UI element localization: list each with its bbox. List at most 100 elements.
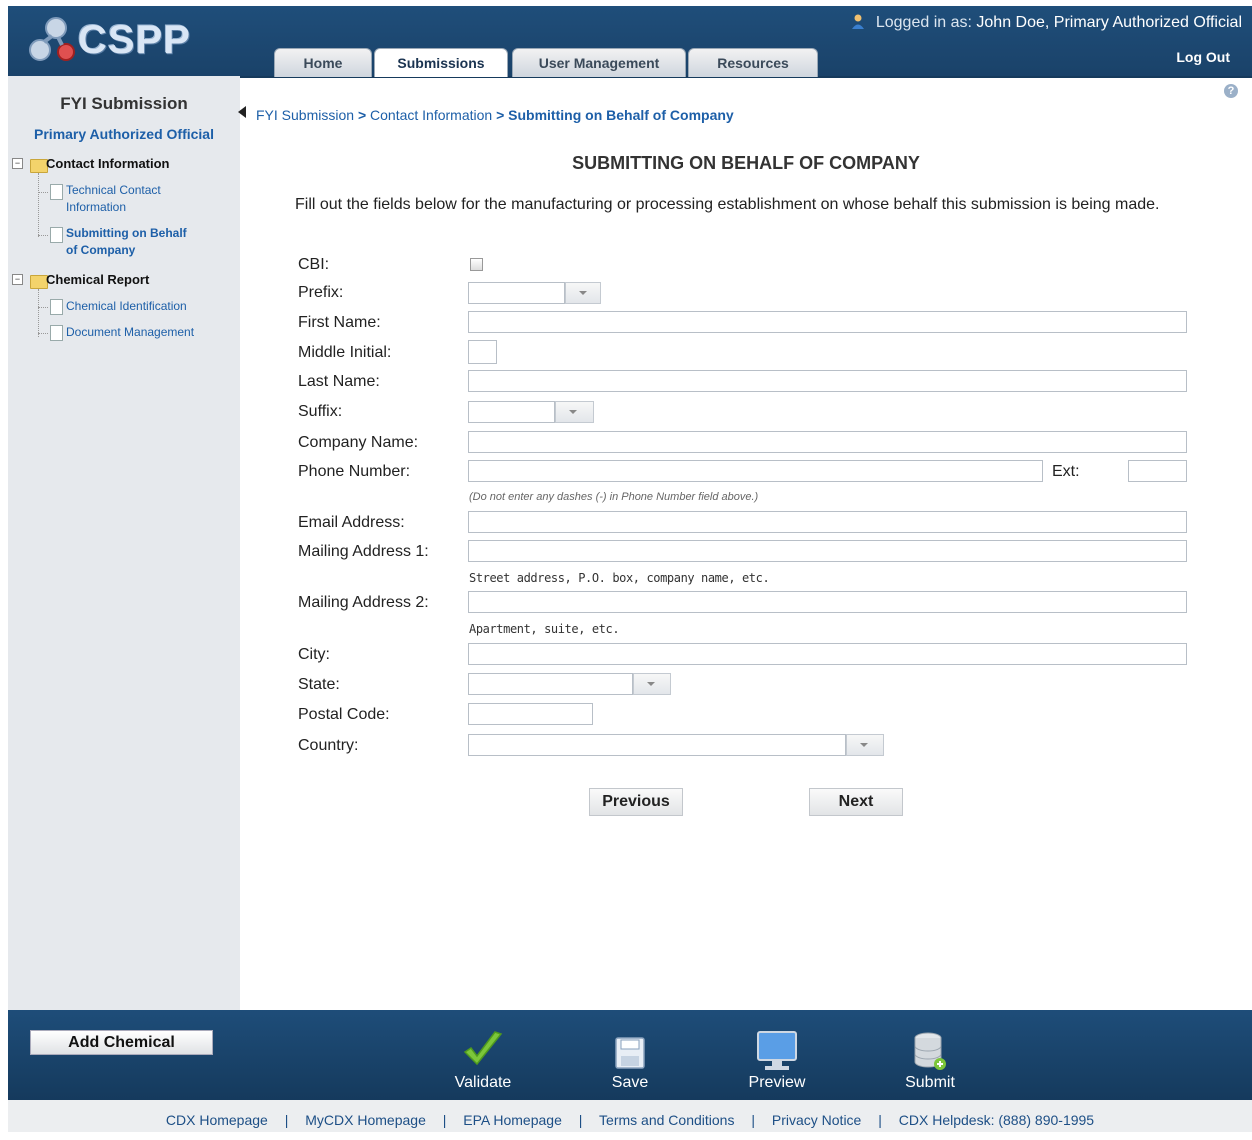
country-value bbox=[468, 734, 846, 756]
phone-number-label: Phone Number: bbox=[298, 463, 411, 480]
chevron-down-icon[interactable] bbox=[555, 401, 594, 423]
footer-separator: | bbox=[751, 1112, 755, 1128]
sidebar-item-submitting-on-behalf[interactable]: Submitting on Behalf of Company bbox=[66, 225, 187, 259]
email-address-label: Email Address: bbox=[298, 514, 405, 531]
tab-user-management[interactable]: User Management bbox=[512, 48, 686, 77]
state-label: State: bbox=[298, 676, 340, 693]
email-address-field[interactable] bbox=[468, 511, 1187, 533]
validate-button[interactable]: Validate bbox=[438, 1028, 528, 1092]
state-select[interactable] bbox=[468, 673, 671, 695]
first-name-label: First Name: bbox=[298, 314, 381, 331]
logged-in-prefix: Logged in as: bbox=[875, 14, 972, 31]
collapse-sidebar-icon[interactable] bbox=[238, 106, 246, 118]
submit-button[interactable]: Submit bbox=[885, 1028, 975, 1092]
help-icon[interactable]: ? bbox=[1224, 84, 1238, 98]
prefix-value bbox=[468, 282, 565, 304]
chevron-down-icon[interactable] bbox=[565, 282, 601, 304]
header-bar: CSPP Home Submissions User Management Re… bbox=[8, 6, 1252, 78]
footer-link-terms[interactable]: Terms and Conditions bbox=[599, 1112, 734, 1128]
mailing-address-1-field[interactable] bbox=[468, 540, 1187, 562]
mailing-address-1-help: Street address, P.O. box, company name, … bbox=[469, 571, 770, 585]
add-chemical-button[interactable]: Add Chemical bbox=[30, 1030, 213, 1055]
cbi-checkbox[interactable] bbox=[470, 258, 483, 271]
phone-number-field[interactable] bbox=[468, 460, 1043, 482]
logged-in-status: Logged in as: John Doe, Primary Authoriz… bbox=[850, 13, 1242, 32]
app-frame: CSPP Home Submissions User Management Re… bbox=[8, 6, 1252, 1132]
tree-line bbox=[38, 289, 39, 337]
suffix-value bbox=[468, 401, 555, 423]
leaf-line: Technical Contact bbox=[66, 183, 161, 197]
postal-code-label: Postal Code: bbox=[298, 706, 390, 723]
footer-link-cdx-homepage[interactable]: CDX Homepage bbox=[166, 1112, 268, 1128]
page-title: SUBMITTING ON BEHALF OF COMPANY bbox=[572, 153, 920, 173]
footer-link-helpdesk[interactable]: CDX Helpdesk: (888) 890-1995 bbox=[899, 1112, 1094, 1128]
preview-button[interactable]: Preview bbox=[732, 1028, 822, 1092]
save-label: Save bbox=[611, 1074, 649, 1091]
suffix-select[interactable] bbox=[468, 401, 594, 423]
tree-line bbox=[38, 173, 39, 237]
ext-label: Ext: bbox=[1052, 463, 1080, 480]
cbi-label: CBI: bbox=[298, 256, 330, 273]
sidebar-item-technical-contact[interactable]: Technical Contact Information bbox=[66, 182, 161, 216]
footer-link-privacy[interactable]: Privacy Notice bbox=[772, 1112, 861, 1128]
chevron-down-icon[interactable] bbox=[633, 673, 671, 695]
phone-hint: (Do not enter any dashes (-) in Phone Nu… bbox=[469, 491, 759, 503]
footer: CDX Homepage | MyCDX Homepage | EPA Home… bbox=[8, 1100, 1252, 1132]
last-name-label: Last Name: bbox=[298, 373, 380, 390]
next-button[interactable]: Next bbox=[809, 788, 903, 816]
footer-separator: | bbox=[578, 1112, 583, 1128]
breadcrumb-fyi-submission[interactable]: FYI Submission bbox=[256, 107, 354, 123]
leaf-line: Submitting on Behalf bbox=[66, 226, 187, 240]
tree-node-chemical-report[interactable]: Chemical Report bbox=[46, 272, 149, 287]
leaf-line: Information bbox=[66, 200, 127, 214]
first-name-field[interactable] bbox=[468, 311, 1187, 333]
document-icon bbox=[50, 299, 63, 315]
action-bar: Add Chemical Validate Save Preview Submi… bbox=[8, 1010, 1252, 1100]
tab-home[interactable]: Home bbox=[274, 48, 372, 77]
breadcrumb-separator: > bbox=[357, 107, 367, 123]
collapse-icon[interactable]: − bbox=[12, 274, 23, 285]
city-field[interactable] bbox=[468, 643, 1187, 665]
tree-node-contact-information[interactable]: Contact Information bbox=[46, 156, 170, 171]
document-icon bbox=[50, 184, 63, 200]
collapse-icon[interactable]: − bbox=[12, 158, 23, 169]
sidebar-role: Primary Authorized Official bbox=[34, 126, 214, 142]
prefix-select[interactable] bbox=[468, 282, 601, 304]
tree-line bbox=[38, 235, 48, 236]
country-label: Country: bbox=[298, 737, 359, 754]
footer-link-mycdx-homepage[interactable]: MyCDX Homepage bbox=[305, 1112, 426, 1128]
sidebar: FYI Submission Primary Authorized Offici… bbox=[8, 76, 240, 1010]
footer-link-epa-homepage[interactable]: EPA Homepage bbox=[463, 1112, 562, 1128]
previous-button[interactable]: Previous bbox=[589, 788, 683, 816]
page-intro: Fill out the fields below for the manufa… bbox=[295, 196, 1160, 213]
mailing-address-2-help: Apartment, suite, etc. bbox=[469, 622, 620, 636]
save-button[interactable]: Save bbox=[585, 1028, 675, 1092]
checkmark-icon bbox=[463, 1031, 503, 1066]
sidebar-item-document-management[interactable]: Document Management bbox=[66, 324, 194, 341]
breadcrumb-separator: > bbox=[496, 107, 505, 123]
ext-field[interactable] bbox=[1128, 460, 1187, 482]
postal-code-field[interactable] bbox=[468, 703, 593, 725]
validate-label: Validate bbox=[454, 1074, 512, 1091]
last-name-field[interactable] bbox=[468, 370, 1187, 392]
breadcrumb-contact-information[interactable]: Contact Information bbox=[370, 107, 492, 123]
chevron-down-icon[interactable] bbox=[846, 734, 884, 756]
database-icon bbox=[914, 1032, 946, 1070]
tab-submissions[interactable]: Submissions bbox=[374, 48, 508, 77]
country-select[interactable] bbox=[468, 734, 884, 756]
prefix-label: Prefix: bbox=[298, 284, 344, 301]
sidebar-title: FYI Submission bbox=[60, 94, 188, 113]
molecule-icon bbox=[29, 17, 75, 61]
user-icon bbox=[852, 14, 865, 29]
sidebar-item-chemical-identification[interactable]: Chemical Identification bbox=[66, 298, 187, 315]
logout-link[interactable]: Log Out bbox=[1176, 49, 1230, 65]
cspp-logo[interactable]: CSPP bbox=[26, 14, 196, 66]
mailing-address-2-field[interactable] bbox=[468, 591, 1187, 613]
mailing-address-2-label: Mailing Address 2: bbox=[298, 594, 429, 611]
middle-initial-field[interactable] bbox=[468, 340, 497, 364]
breadcrumb: FYI Submission > Contact Information > S… bbox=[256, 107, 734, 123]
state-value bbox=[468, 673, 633, 695]
tab-resources[interactable]: Resources bbox=[688, 48, 818, 77]
company-name-field[interactable] bbox=[468, 431, 1187, 453]
tree-line bbox=[38, 192, 48, 193]
